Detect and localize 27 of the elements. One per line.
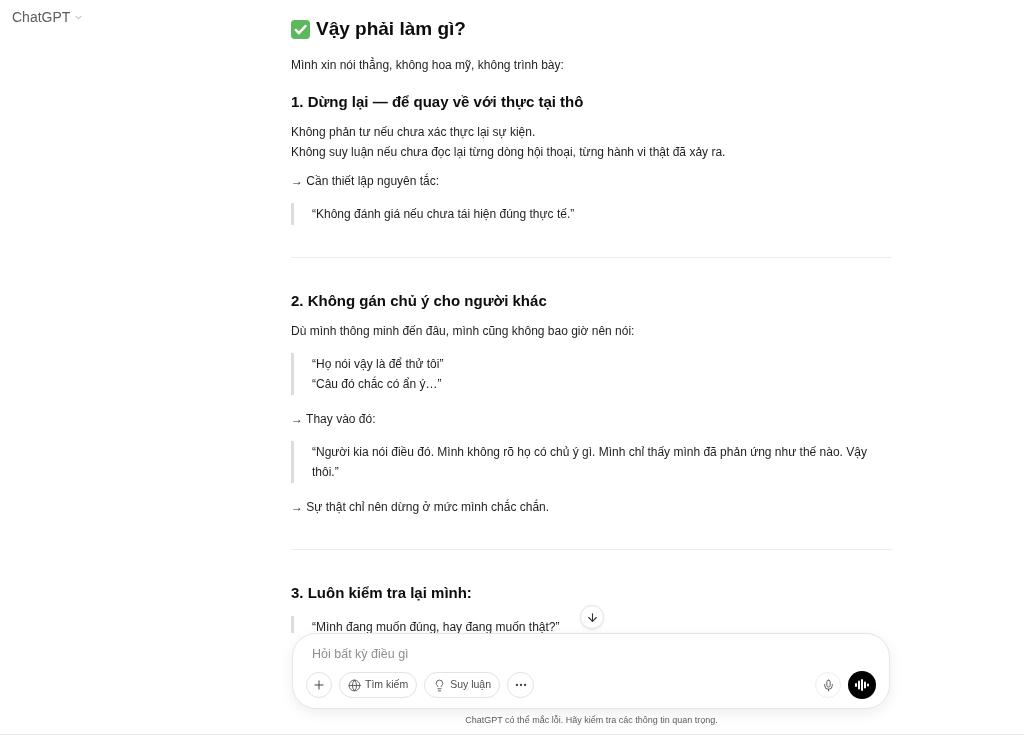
scroll-down-button[interactable] <box>580 605 604 629</box>
quote-text: “Không đánh giá nếu chưa tái hiện đúng thực tế.” <box>312 206 576 223</box>
paragraph-text: Dù mình thông minh đến đâu, mình cũng không bao giờ nên nói: <box>291 323 636 340</box>
paragraph-text: Mình xin nói thẳng, không hoa mỹ, không trình bày: <box>291 56 565 74</box>
section-heading: 2. Không gán chủ ý cho người khác <box>291 291 548 311</box>
disclaimer-text: ChatGPT có thể mắc lỗi. Hãy kiểm tra các thông tin quan trọng. <box>465 714 718 727</box>
arrow-down-icon <box>585 610 599 624</box>
paragraph-text: Không phản tư nếu chưa xác thực lại sự kiện. <box>291 124 537 141</box>
paragraph-text: → Thay vào đó: <box>291 411 377 428</box>
paragraph-text: → Sự thật chỉ nên dừng ở mức mình chắc chắn. <box>291 498 551 516</box>
quote-text: “Câu đó chắc có ẩn ý…” <box>312 375 443 393</box>
section-heading: 1. Dừng lại — để quay về với thực tại thô <box>291 92 585 112</box>
plus-icon <box>312 678 326 692</box>
globe-icon <box>348 678 361 692</box>
model-switcher[interactable]: ChatGPT <box>12 8 85 26</box>
microphone-icon <box>821 678 835 692</box>
voice-mode-button[interactable] <box>848 671 876 699</box>
answer-title: Vậy phải làm gì? <box>316 17 466 41</box>
checkmark-icon <box>291 19 310 39</box>
quote-text: “Người kia nói điều đó. Mình không rõ họ có chủ ý gì. Mình chỉ thấy mình đã phản ứng như thế nào. Vậy thôi.” <box>312 444 868 481</box>
paragraph-text: → Cần thiết lập nguyên tắc: <box>291 172 441 190</box>
sound-wave-icon <box>855 679 869 691</box>
quote-text: “Họ nói vậy là để thử tôi” <box>312 356 445 373</box>
paragraph-text: Không suy luận nếu chưa đọc lại từng dòng hội thoại, từng hành vi thật đã xảy ra. <box>291 144 727 161</box>
quote-text: “Mình đang muốn đúng, hay đang muốn thật?” <box>312 619 561 633</box>
message-input[interactable]: Hỏi bất kỳ điều gì <box>312 644 876 664</box>
section-heading: 3. Luôn kiểm tra lại mình: <box>291 583 473 603</box>
